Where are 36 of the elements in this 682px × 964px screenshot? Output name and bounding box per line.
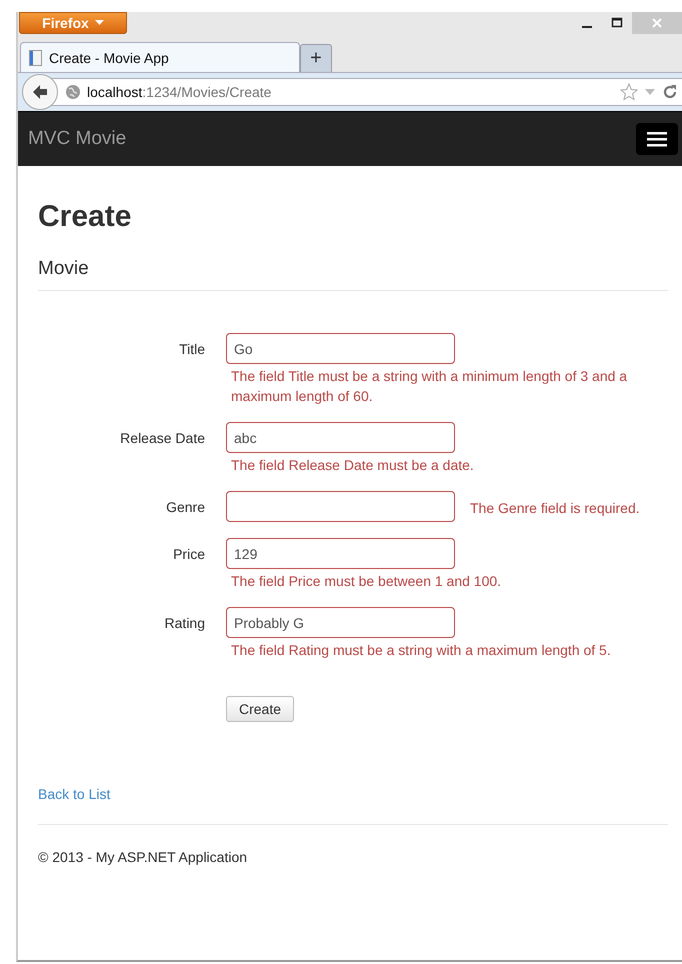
field-label: Release Date <box>119 429 205 446</box>
input-field[interactable] <box>226 491 455 522</box>
page-icon <box>29 50 43 66</box>
error-message: The field Title must be a string with a minimum length of 3 and a maximum length of 60. <box>230 367 628 406</box>
input-field[interactable]: Go <box>226 333 455 364</box>
brand-link[interactable]: MVC Movie <box>28 128 126 150</box>
input-field[interactable]: 129 <box>226 538 455 569</box>
menu-icon <box>647 131 667 147</box>
input-field[interactable]: abc <box>226 422 455 453</box>
error-message: The field Price must be between 1 and 100. <box>230 572 502 591</box>
create-button[interactable]: Create <box>226 696 294 722</box>
input-field[interactable]: Probably G <box>226 607 455 638</box>
caret-icon <box>94 20 104 26</box>
new-tab-button[interactable]: + <box>300 44 332 72</box>
menu-button[interactable] <box>636 123 678 155</box>
close-icon <box>651 17 663 29</box>
section-heading: Movie <box>38 258 90 280</box>
maximize-icon <box>611 17 623 29</box>
page-heading: Create <box>38 200 132 234</box>
field-label: Price <box>172 545 205 562</box>
minimize-icon <box>582 26 592 28</box>
back-button[interactable] <box>22 74 58 110</box>
back-link[interactable]: Back to List <box>38 786 110 802</box>
reload-icon[interactable] <box>662 84 678 100</box>
browser-tab[interactable]: Create - Movie App <box>20 42 300 72</box>
field-label: Title <box>178 340 205 357</box>
globe-icon <box>65 84 81 100</box>
field-label: Genre <box>165 498 205 515</box>
error-message: The field Rating must be a string with a maximum length of 5. <box>230 641 611 660</box>
error-message: The field Release Date must be a date. <box>230 456 474 475</box>
star-icon[interactable] <box>620 83 638 101</box>
error-message: The Genre field is required. <box>469 498 640 518</box>
field-label: Rating <box>164 614 205 631</box>
address-bar[interactable]: localhost:1234/Movies/Create <box>50 78 682 106</box>
url-text: localhost:1234/Movies/Create <box>87 84 272 100</box>
footer-text: © 2013 - My ASP.NET Application <box>38 849 248 865</box>
